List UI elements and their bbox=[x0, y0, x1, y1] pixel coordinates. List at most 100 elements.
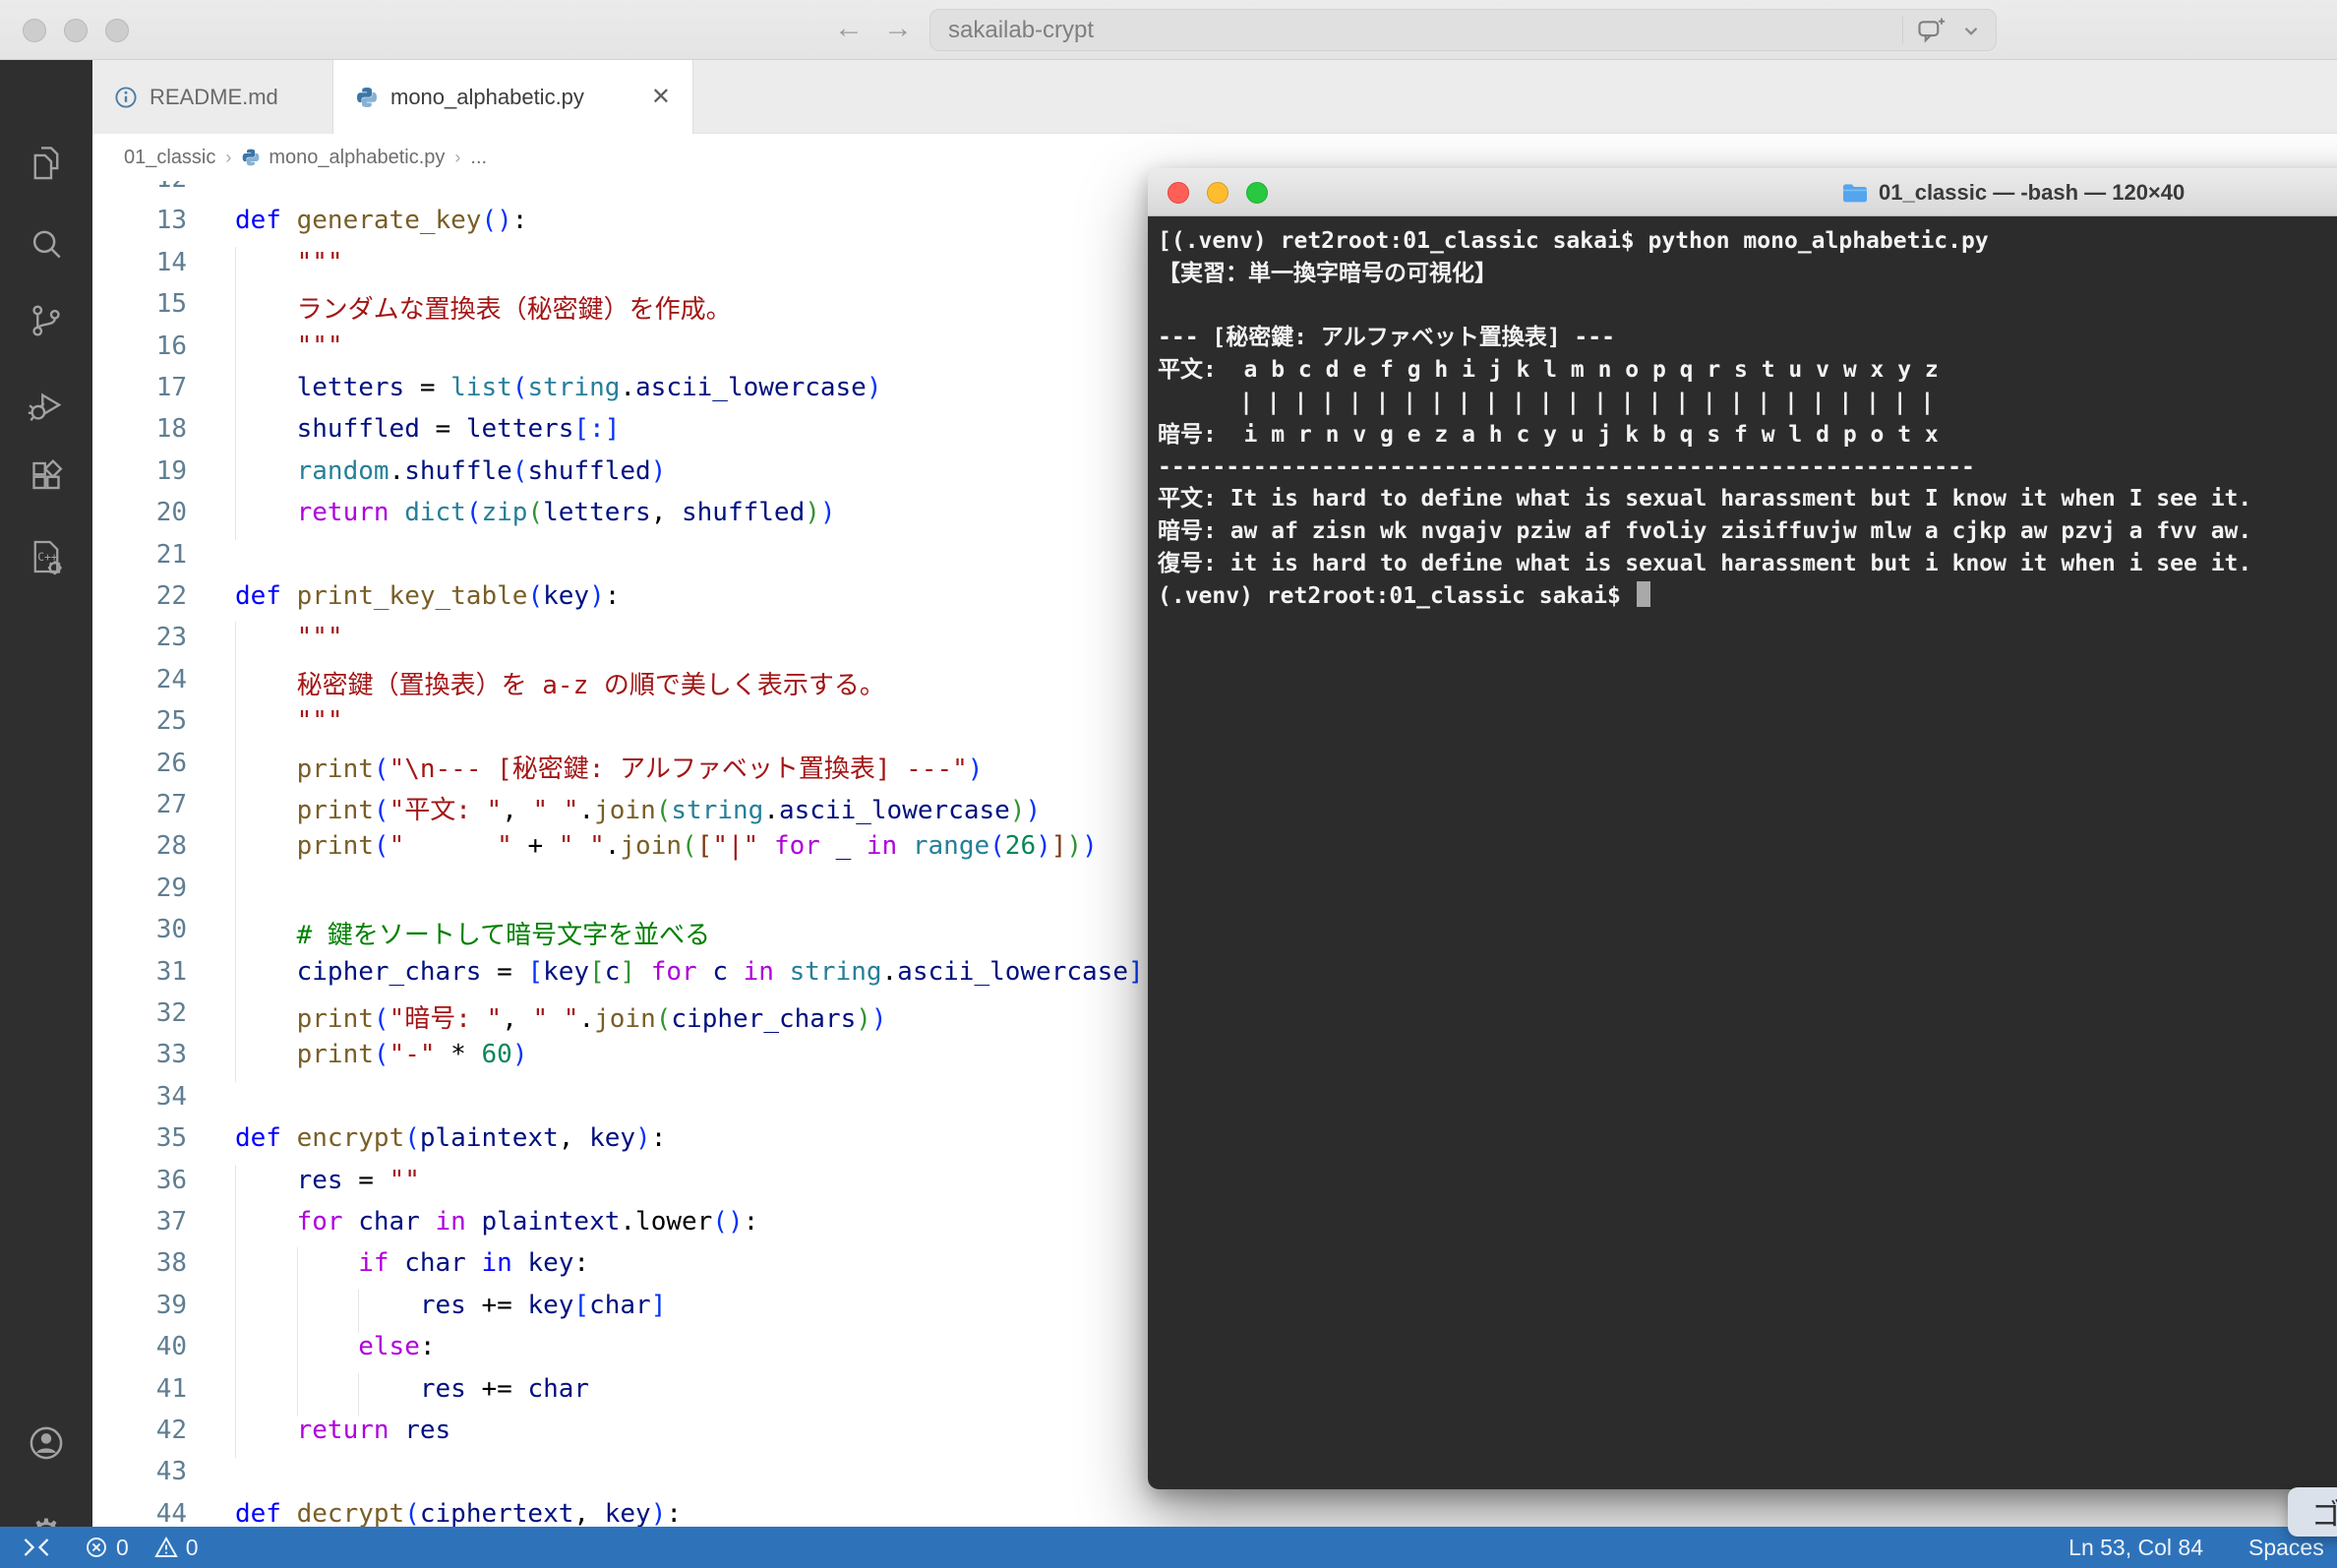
code-text: res = "" bbox=[296, 1165, 420, 1195]
terminal-line: --- [秘密鍵: アルファベット置換表] --- bbox=[1158, 325, 1615, 351]
line-col-indicator[interactable]: Ln 53, Col 84 bbox=[2068, 1535, 2203, 1561]
code-text: for char in plaintext.lower(): bbox=[296, 1207, 759, 1236]
run-and-debug-icon[interactable] bbox=[0, 385, 92, 424]
line-number: 25 bbox=[155, 706, 187, 737]
terminal-title: 01_classic — -bash — 120×40 bbox=[1841, 168, 2185, 216]
line-number: 32 bbox=[155, 998, 187, 1028]
code-text: res += char bbox=[419, 1373, 590, 1404]
tab-readme[interactable]: README.md bbox=[92, 60, 333, 134]
line-number: 21 bbox=[155, 539, 187, 570]
terminal-line: | | | | | | | | | | | | | | | | | | | | … bbox=[1158, 389, 1935, 415]
search-icon[interactable] bbox=[0, 225, 92, 265]
terminal-zoom-button[interactable] bbox=[1246, 182, 1268, 204]
copilot-chat-icon[interactable] bbox=[1917, 16, 1947, 45]
chevron-down-icon[interactable] bbox=[1960, 20, 1982, 41]
line-number: 14 bbox=[155, 247, 187, 277]
line-number: 41 bbox=[155, 1373, 187, 1404]
code-text: def print_key_table(key): bbox=[235, 581, 621, 611]
code-text: return res bbox=[296, 1416, 451, 1445]
close-icon[interactable]: ✕ bbox=[651, 83, 671, 111]
terminal-body[interactable]: [(.venv) ret2root:01_classic sakai$ pyth… bbox=[1148, 216, 2337, 1489]
remote-indicator-icon[interactable] bbox=[22, 1536, 59, 1559]
window-minimize-button[interactable] bbox=[64, 19, 88, 42]
line-number: 44 bbox=[155, 1498, 187, 1529]
line-number: 28 bbox=[155, 831, 187, 862]
line-number: 15 bbox=[155, 289, 187, 320]
terminal-close-button[interactable] bbox=[1168, 182, 1189, 204]
terminal-minimize-button[interactable] bbox=[1207, 182, 1228, 204]
forward-arrow-icon[interactable]: → bbox=[880, 12, 916, 45]
chevron-right-icon: › bbox=[225, 147, 232, 167]
tab-label: mono_alphabetic.py bbox=[390, 84, 584, 109]
terminal-line: 暗号: i m r n v g e z a h c y u j k b q s … bbox=[1158, 421, 1939, 448]
extensions-icon[interactable] bbox=[0, 458, 92, 498]
code-text: letters = list(string.ascii_lowercase) bbox=[296, 373, 882, 402]
line-number: 24 bbox=[155, 664, 187, 694]
terminal-line: ----------------------------------------… bbox=[1158, 453, 1975, 480]
code-text: random.shuffle(shuffled) bbox=[296, 455, 667, 486]
activity-bar: C++ ⚙ bbox=[0, 60, 92, 1555]
code-text: def decrypt(ciphertext, key): bbox=[235, 1498, 682, 1529]
code-text: print("-" * 60) bbox=[296, 1040, 528, 1070]
indent-guide bbox=[235, 872, 236, 916]
code-text: cipher_chars = [key[c] for c in string.a… bbox=[296, 956, 1144, 987]
terminal-line: 平文: It is hard to define what is sexual … bbox=[1158, 486, 2252, 513]
vscode-titlebar: ← → sakailab-crypt bbox=[0, 0, 2337, 60]
breadcrumb-folder[interactable]: 01_classic bbox=[124, 147, 215, 169]
terminal-titlebar[interactable]: 01_classic — -bash — 120×40 bbox=[1148, 168, 2337, 216]
ime-candidate-popup: ゴ bbox=[2288, 1487, 2337, 1537]
folder-icon bbox=[1841, 181, 1869, 205]
info-icon bbox=[114, 86, 138, 109]
line-number: 29 bbox=[155, 873, 187, 903]
errors-count: 0 bbox=[116, 1534, 129, 1560]
line-number: 23 bbox=[155, 623, 187, 653]
line-number: 36 bbox=[155, 1165, 187, 1195]
line-number: 33 bbox=[155, 1040, 187, 1070]
indentation-indicator[interactable]: Spaces bbox=[2248, 1535, 2337, 1561]
python-icon bbox=[241, 148, 261, 167]
line-number: 31 bbox=[155, 956, 187, 987]
code-text: print("平文: ", " ".join(string.ascii_lowe… bbox=[296, 796, 1042, 825]
source-control-icon[interactable] bbox=[0, 301, 92, 340]
code-text: print(" " + " ".join(["|" for _ in range… bbox=[296, 831, 1098, 862]
account-icon[interactable] bbox=[0, 1422, 92, 1464]
terminal-line: 復号: it is hard to define what is sexual … bbox=[1158, 550, 2252, 576]
errors-indicator[interactable]: 0 bbox=[85, 1535, 129, 1561]
tab-mono-alphabetic[interactable]: mono_alphabetic.py ✕ bbox=[333, 60, 693, 134]
warnings-indicator[interactable]: 0 bbox=[153, 1535, 199, 1561]
code-text: res += key[char] bbox=[419, 1290, 667, 1320]
line-number: 26 bbox=[155, 748, 187, 778]
code-text: if char in key: bbox=[358, 1248, 590, 1279]
line-number: 20 bbox=[155, 498, 187, 528]
line-number: 34 bbox=[155, 1081, 187, 1112]
code-text: # 鍵をソートして暗号文字を並べる bbox=[296, 921, 711, 951]
code-text: def generate_key(): bbox=[235, 206, 528, 236]
terminal-line: (.venv) ret2root:01_classic sakai$ bbox=[1158, 580, 2337, 613]
code-text: """ bbox=[235, 247, 343, 277]
code-text: else: bbox=[358, 1332, 436, 1362]
breadcrumb-symbol[interactable]: ... bbox=[470, 147, 487, 169]
code-text: """ bbox=[235, 623, 343, 653]
back-arrow-icon[interactable]: ← bbox=[831, 12, 867, 45]
line-number: 30 bbox=[155, 915, 187, 945]
line-number: 27 bbox=[155, 790, 187, 819]
breadcrumb-file[interactable]: mono_alphabetic.py bbox=[269, 147, 445, 169]
tab-strip: README.md mono_alphabetic.py ✕ bbox=[92, 60, 2337, 134]
terminal-line: [(.venv) ret2root:01_classic sakai$ pyth… bbox=[1158, 228, 1989, 254]
line-number: 35 bbox=[155, 1123, 187, 1154]
line-number: 16 bbox=[155, 331, 187, 361]
cpp-tools-icon[interactable]: C++ bbox=[0, 537, 92, 576]
window-zoom-button[interactable] bbox=[105, 19, 129, 42]
terminal-line: 暗号: aw af zisn wk nvgajv pziw af fvoliy … bbox=[1158, 518, 2252, 545]
code-text: def encrypt(plaintext, key): bbox=[235, 1123, 667, 1154]
command-center[interactable]: sakailab-crypt bbox=[929, 9, 1997, 51]
command-center-title: sakailab-crypt bbox=[948, 16, 1095, 43]
status-bar: 0 0 Ln 53, Col 84 Spaces bbox=[0, 1527, 2337, 1568]
terminal-line: 【実習：単一換字暗号の可視化】 bbox=[1158, 260, 1497, 286]
code-text: print("暗号: ", " ".join(cipher_chars)) bbox=[296, 1004, 887, 1034]
code-text: """ bbox=[235, 331, 343, 361]
line-number: 19 bbox=[155, 455, 187, 486]
window-close-button[interactable] bbox=[23, 19, 46, 42]
explorer-icon[interactable] bbox=[0, 144, 92, 183]
